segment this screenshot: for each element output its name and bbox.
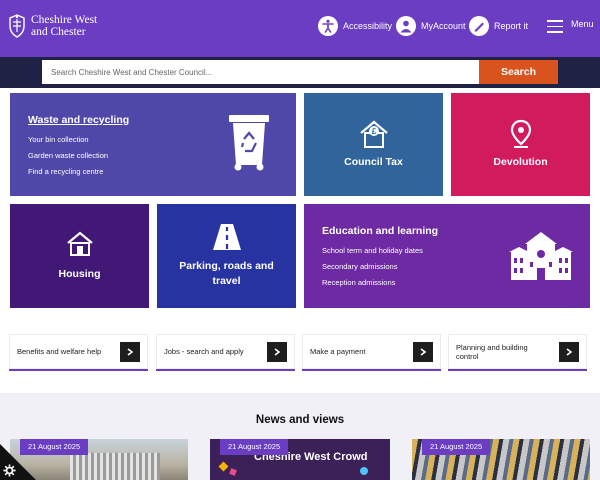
recycling-centre-link[interactable]: Find a recycling centre <box>28 167 129 176</box>
news-date: 21 August 2025 <box>422 439 491 455</box>
secondary-admissions-link[interactable]: Secondary admissions <box>322 262 438 271</box>
news-date: 21 August 2025 <box>220 439 289 455</box>
map-pin-icon <box>510 119 531 148</box>
quick-link-benefits[interactable]: Benefits and welfare help <box>9 334 148 371</box>
quick-link-payment[interactable]: Make a payment <box>302 334 441 371</box>
council-tax-title: Council Tax <box>344 156 403 168</box>
road-icon <box>212 224 241 250</box>
gear-icon[interactable] <box>3 464 16 477</box>
chevron-right-icon <box>559 342 579 362</box>
crest-icon <box>9 14 25 38</box>
wheelie-bin-icon <box>229 115 269 171</box>
my-account-label: MyAccount <box>421 21 466 31</box>
waste-title-link[interactable]: Waste and recycling <box>28 113 129 128</box>
tile-education-learning[interactable]: Education and learning School term and h… <box>304 204 590 308</box>
school-term-dates-link[interactable]: School term and holiday dates <box>322 246 438 255</box>
logo-line-1: Cheshire West <box>31 14 98 26</box>
my-account-link[interactable]: MyAccount <box>396 16 466 36</box>
quick-link-label: Jobs - search and apply <box>164 347 244 356</box>
menu-button[interactable]: Menu <box>547 18 594 33</box>
devolution-title: Devolution <box>493 156 548 168</box>
quick-link-label: Make a payment <box>310 347 366 356</box>
report-it-link[interactable]: Report it <box>469 16 528 36</box>
parking-title-line-2: travel <box>212 275 241 287</box>
house-icon <box>66 231 93 256</box>
housing-title: Housing <box>58 267 101 280</box>
pen-icon <box>469 16 489 36</box>
search-button[interactable]: Search <box>479 60 558 84</box>
news-card[interactable]: Cheshire West Crowd 21 August 2025 <box>210 439 390 480</box>
parking-title-line-1: Parking, roads and <box>179 260 274 272</box>
logo-line-2: and Chester <box>31 26 86 38</box>
tile-waste-recycling[interactable]: Waste and recycling Your bin collection … <box>10 93 296 196</box>
search-bar: Search <box>0 57 600 88</box>
school-icon <box>509 232 573 280</box>
site-header: Cheshire West and Chester Accessibility … <box>0 0 600 57</box>
house-pound-icon: £ <box>359 120 388 148</box>
tile-parking-roads-travel[interactable]: Parking, roads and travel <box>157 204 296 308</box>
tile-council-tax[interactable]: £ Council Tax <box>304 93 443 196</box>
chevron-right-icon <box>120 342 140 362</box>
accessibility-icon <box>318 16 338 36</box>
search-input[interactable] <box>42 60 479 84</box>
chevron-right-icon <box>413 342 433 362</box>
reception-admissions-link[interactable]: Reception admissions <box>322 278 438 287</box>
news-card[interactable]: 21 August 2025 <box>412 439 590 480</box>
accessibility-label: Accessibility <box>343 21 393 31</box>
report-it-label: Report it <box>494 21 529 31</box>
accessibility-link[interactable]: Accessibility <box>318 16 392 36</box>
quick-link-label: Planning and building control <box>456 342 528 361</box>
hamburger-icon <box>547 20 563 33</box>
quick-link-jobs[interactable]: Jobs - search and apply <box>156 334 295 371</box>
svg-text:£: £ <box>371 127 376 136</box>
news-card[interactable]: 21 August 2025 <box>10 439 188 480</box>
your-bin-collection-link[interactable]: Your bin collection <box>28 135 129 144</box>
tile-housing[interactable]: Housing <box>10 204 149 308</box>
chevron-right-icon <box>267 342 287 362</box>
news-section: News and views 21 August 2025 Cheshire W… <box>0 393 600 480</box>
quick-link-label: Benefits and welfare help <box>17 347 102 356</box>
user-icon <box>396 16 416 36</box>
quick-link-planning[interactable]: Planning and building control <box>448 334 587 371</box>
council-logo[interactable]: Cheshire West and Chester <box>8 14 97 38</box>
garden-waste-link[interactable]: Garden waste collection <box>28 151 129 160</box>
tile-devolution[interactable]: Devolution <box>451 93 590 196</box>
education-title[interactable]: Education and learning <box>322 224 438 239</box>
menu-label: Menu <box>571 18 594 29</box>
news-heading: News and views <box>255 414 345 426</box>
